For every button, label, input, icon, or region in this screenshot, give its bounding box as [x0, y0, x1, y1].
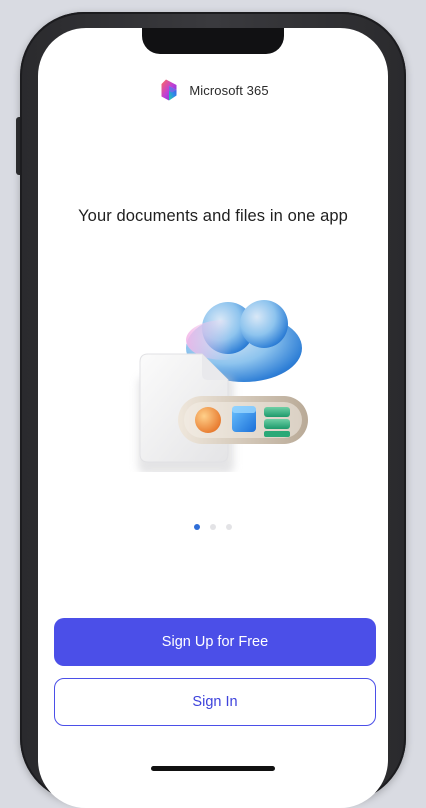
- documents-cloud-illustration-icon: [124, 290, 310, 474]
- page-dot-1[interactable]: [194, 524, 200, 530]
- sign-up-button[interactable]: Sign Up for Free: [54, 618, 376, 666]
- phone-notch: [142, 28, 284, 54]
- microsoft-365-logo-icon: [157, 78, 181, 102]
- sign-in-button[interactable]: Sign In: [54, 678, 376, 726]
- app-screen: Microsoft 365 Your documents and files i…: [38, 28, 388, 808]
- brand-name: Microsoft 365: [189, 82, 269, 98]
- brand-header: Microsoft 365: [38, 78, 388, 102]
- home-indicator[interactable]: [151, 766, 275, 771]
- page-dot-3[interactable]: [226, 524, 232, 530]
- page-dot-2[interactable]: [210, 524, 216, 530]
- onboarding-headline: Your documents and files in one app: [78, 207, 348, 225]
- page-indicator: [38, 524, 388, 530]
